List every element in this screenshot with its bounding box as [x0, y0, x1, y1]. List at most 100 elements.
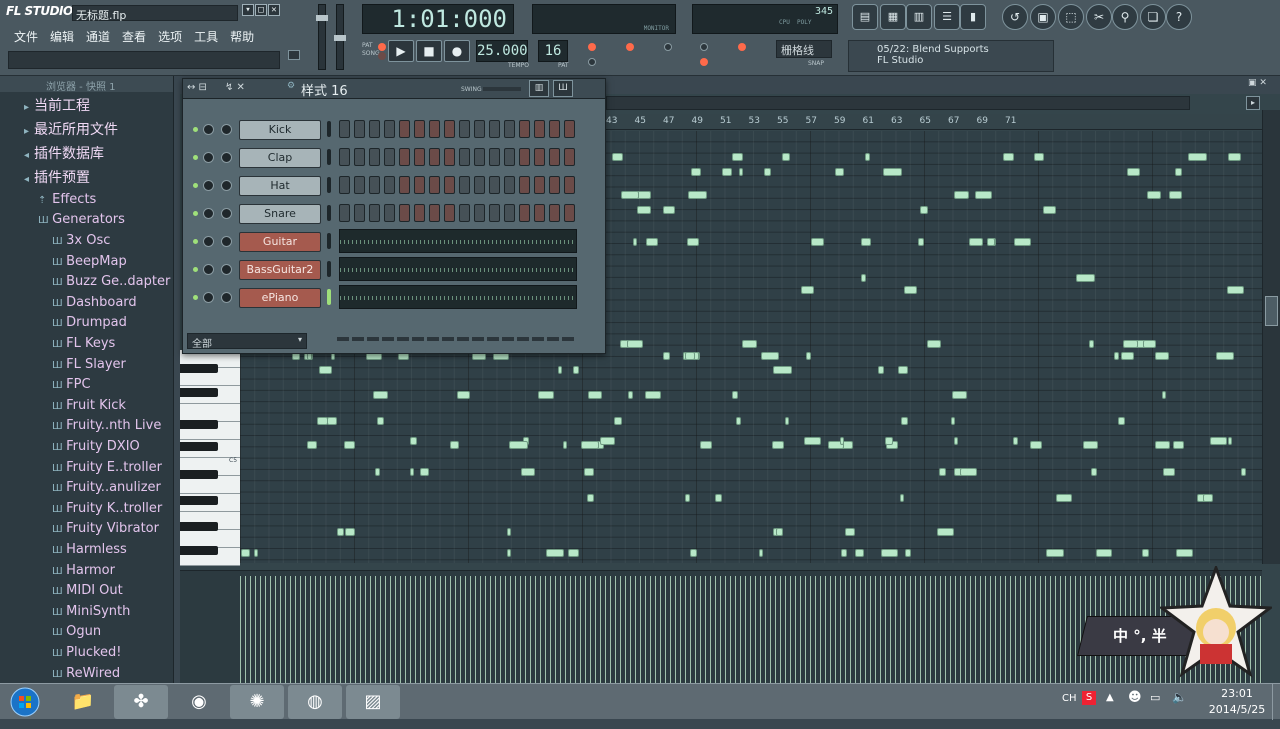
step-button[interactable]	[504, 204, 515, 222]
note[interactable]	[319, 366, 332, 374]
browser-generator-item[interactable]: Ш Plucked!	[0, 643, 172, 663]
note[interactable]	[954, 437, 958, 445]
step-button[interactable]	[384, 120, 395, 138]
note[interactable]	[627, 340, 643, 348]
channel-pan-knob[interactable]	[203, 152, 214, 163]
note[interactable]	[377, 417, 384, 425]
note[interactable]	[1034, 153, 1044, 161]
step-button[interactable]	[489, 204, 500, 222]
browser-item-plugin-database[interactable]: ◂ 插件数据库	[0, 142, 172, 166]
explorer-taskbar-icon[interactable]: 📁	[56, 685, 110, 719]
note[interactable]	[614, 417, 622, 425]
note[interactable]	[628, 391, 633, 399]
channel-pan-knob[interactable]	[203, 292, 214, 303]
note[interactable]	[241, 549, 250, 557]
note[interactable]	[568, 549, 579, 557]
note[interactable]	[410, 468, 414, 476]
note[interactable]	[776, 528, 783, 536]
step-button[interactable]	[519, 176, 530, 194]
note[interactable]	[1162, 391, 1166, 399]
channel-pan-knob[interactable]	[203, 124, 214, 135]
channel-pan-knob[interactable]	[203, 236, 214, 247]
browser-generator-item[interactable]: Ш BeepMap	[0, 252, 172, 272]
note[interactable]	[1143, 340, 1156, 348]
note[interactable]	[1163, 468, 1175, 476]
pattern-title[interactable]: 样式 16	[301, 80, 348, 99]
step-button[interactable]	[504, 120, 515, 138]
note[interactable]	[804, 437, 821, 445]
note[interactable]	[410, 437, 417, 445]
step-button[interactable]	[459, 120, 470, 138]
play-button[interactable]: ▶	[388, 40, 414, 62]
channel-button[interactable]: Guitar	[239, 232, 321, 252]
step-button[interactable]	[429, 204, 440, 222]
channel-mute-led[interactable]	[193, 183, 198, 188]
browser-item-current-project[interactable]: ▸ 当前工程	[0, 94, 172, 118]
note[interactable]	[841, 549, 847, 557]
note[interactable]	[584, 468, 594, 476]
menu-file[interactable]: 文件	[8, 26, 44, 46]
browser-generator-item[interactable]: Ш Fruity..anulizer	[0, 478, 172, 498]
step-button[interactable]	[504, 176, 515, 194]
blend-notes-led[interactable]	[738, 43, 746, 51]
step-button[interactable]	[564, 120, 575, 138]
channel-button[interactable]: BassGuitar2	[239, 260, 321, 280]
step-button[interactable]	[369, 120, 380, 138]
note[interactable]	[1227, 286, 1244, 294]
channel-mute-led[interactable]	[193, 211, 198, 216]
channel-select-indicator[interactable]	[327, 205, 331, 221]
window-pin-icon[interactable]: ↯ ✕	[225, 82, 245, 93]
note[interactable]	[687, 238, 699, 246]
note[interactable]	[1014, 238, 1031, 246]
note[interactable]	[588, 391, 602, 399]
note[interactable]	[563, 441, 567, 449]
note[interactable]	[700, 441, 712, 449]
note[interactable]	[600, 437, 615, 445]
channel-button[interactable]: Hat	[239, 176, 321, 196]
note[interactable]	[581, 441, 599, 449]
browser-generator-item[interactable]: Ш Harmless	[0, 540, 172, 560]
note[interactable]	[538, 391, 554, 399]
step-button[interactable]	[459, 204, 470, 222]
note[interactable]	[1096, 549, 1112, 557]
channel-volume-knob[interactable]	[221, 264, 232, 275]
menu-edit[interactable]: 编辑	[44, 26, 80, 46]
note[interactable]	[691, 168, 701, 176]
step-button[interactable]	[444, 204, 455, 222]
roll-window-buttons[interactable]: ▣ ✕	[1248, 78, 1278, 92]
note[interactable]	[1089, 340, 1094, 348]
channel-select-indicator[interactable]	[327, 233, 331, 249]
record-button[interactable]: ●	[444, 40, 470, 62]
menu-help[interactable]: 帮助	[224, 26, 260, 46]
channel-select-indicator[interactable]	[327, 261, 331, 277]
step-button[interactable]	[339, 204, 350, 222]
start-button[interactable]	[4, 685, 46, 719]
note[interactable]	[1173, 441, 1184, 449]
step-button[interactable]	[564, 176, 575, 194]
channel-select-indicator[interactable]	[327, 121, 331, 137]
note[interactable]	[254, 549, 258, 557]
note[interactable]	[905, 549, 911, 557]
note[interactable]	[688, 191, 707, 199]
note[interactable]	[637, 206, 651, 214]
note[interactable]	[951, 417, 955, 425]
master-pitch-slider[interactable]	[334, 4, 346, 70]
step-button[interactable]	[549, 204, 560, 222]
help-icon[interactable]: ?	[1166, 4, 1192, 30]
channel-volume-knob[interactable]	[221, 124, 232, 135]
step-button[interactable]	[444, 176, 455, 194]
note[interactable]	[1121, 352, 1134, 360]
note[interactable]	[835, 168, 844, 176]
note[interactable]	[715, 494, 722, 502]
channel-volume-knob[interactable]	[221, 180, 232, 191]
note[interactable]	[904, 286, 917, 294]
note[interactable]	[885, 437, 893, 445]
show-desktop-button[interactable]	[1272, 684, 1280, 720]
channel-select-indicator[interactable]	[327, 289, 331, 305]
channel-volume-knob[interactable]	[221, 292, 232, 303]
image-viewer-taskbar-icon[interactable]: ▨	[346, 685, 400, 719]
browser-generator-item[interactable]: Ш FL Slayer	[0, 355, 172, 375]
close-button[interactable]: ✕	[268, 4, 280, 16]
piano-black-key[interactable]	[180, 420, 218, 429]
note[interactable]	[507, 528, 511, 536]
